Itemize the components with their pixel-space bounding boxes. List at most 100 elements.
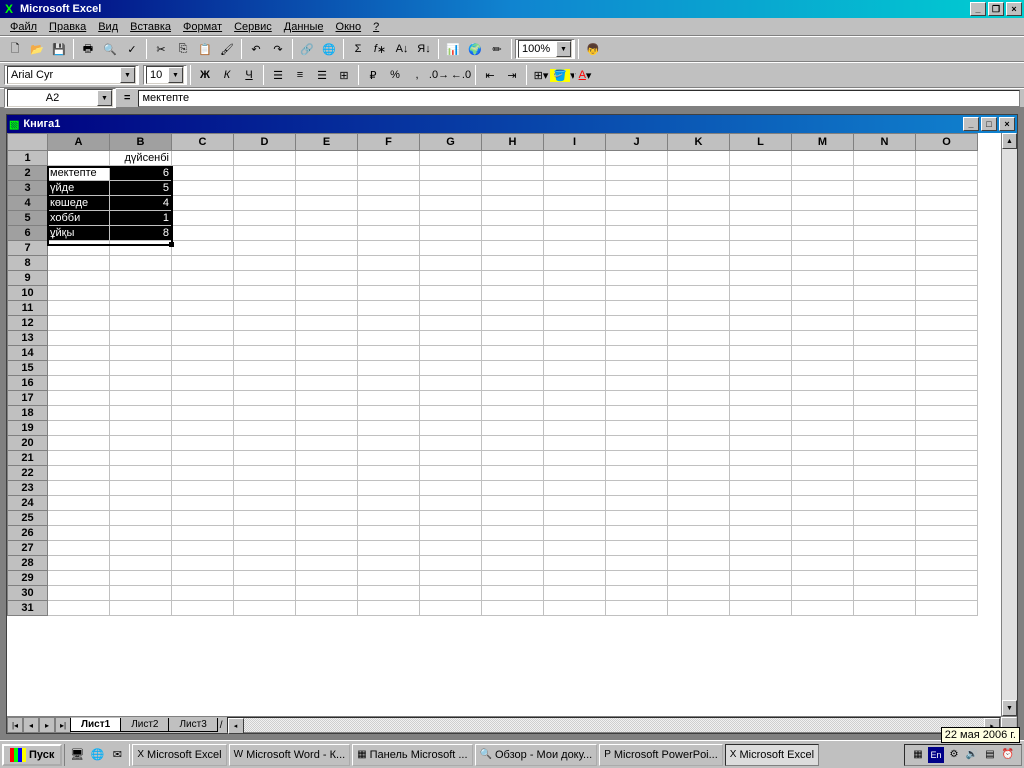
map-icon[interactable]: 🌍 <box>464 39 486 60</box>
cell[interactable] <box>48 391 110 406</box>
cell[interactable] <box>544 331 606 346</box>
cell[interactable] <box>482 541 544 556</box>
cell[interactable] <box>234 421 296 436</box>
cell[interactable] <box>172 406 234 421</box>
cell[interactable] <box>234 331 296 346</box>
cell[interactable] <box>916 511 978 526</box>
cell[interactable] <box>668 346 730 361</box>
cell[interactable] <box>916 286 978 301</box>
cell[interactable] <box>234 316 296 331</box>
menu-tools[interactable]: Сервис <box>228 20 278 34</box>
cell[interactable] <box>358 196 420 211</box>
name-box[interactable]: A2▼ <box>4 88 116 108</box>
cell[interactable] <box>854 151 916 166</box>
save-icon[interactable]: 💾 <box>48 39 70 60</box>
cell[interactable] <box>172 556 234 571</box>
cell[interactable] <box>296 166 358 181</box>
cell[interactable] <box>420 541 482 556</box>
cell[interactable] <box>48 481 110 496</box>
cell[interactable] <box>482 601 544 616</box>
align-right-icon[interactable]: ☰ <box>311 65 333 86</box>
cell[interactable] <box>358 511 420 526</box>
cell[interactable] <box>358 376 420 391</box>
cell[interactable] <box>172 511 234 526</box>
cell[interactable]: 4 <box>110 196 172 211</box>
cell[interactable] <box>482 391 544 406</box>
cell[interactable] <box>234 286 296 301</box>
ql-ie-icon[interactable]: 🌐 <box>88 746 106 764</box>
scroll-up-icon[interactable]: ▲ <box>1002 133 1017 149</box>
cell[interactable] <box>172 316 234 331</box>
cell[interactable] <box>172 211 234 226</box>
cell[interactable] <box>172 256 234 271</box>
cell[interactable] <box>234 301 296 316</box>
cell[interactable] <box>234 586 296 601</box>
cell[interactable] <box>792 391 854 406</box>
cell[interactable] <box>48 601 110 616</box>
cell[interactable] <box>854 496 916 511</box>
cut-icon[interactable]: ✂ <box>150 39 172 60</box>
cell[interactable] <box>544 196 606 211</box>
cell[interactable] <box>854 556 916 571</box>
cell[interactable] <box>544 541 606 556</box>
cell[interactable] <box>854 391 916 406</box>
cell[interactable] <box>482 406 544 421</box>
cell[interactable] <box>172 391 234 406</box>
cell[interactable] <box>172 526 234 541</box>
cell[interactable] <box>668 496 730 511</box>
cell[interactable] <box>482 331 544 346</box>
cell[interactable] <box>730 211 792 226</box>
column-header[interactable]: I <box>544 134 606 151</box>
tray-icon[interactable]: ⚙ <box>946 747 962 763</box>
cell[interactable] <box>668 166 730 181</box>
tab-nav-last-icon[interactable]: ▸| <box>55 717 71 733</box>
cell[interactable] <box>358 301 420 316</box>
tray-icon[interactable]: ▦ <box>910 747 926 763</box>
row-header[interactable]: 21 <box>8 451 48 466</box>
cell[interactable] <box>420 466 482 481</box>
cell[interactable] <box>606 481 668 496</box>
cell[interactable] <box>482 256 544 271</box>
cell[interactable] <box>296 301 358 316</box>
cell[interactable] <box>916 586 978 601</box>
undo-icon[interactable]: ↶ <box>245 39 267 60</box>
cell[interactable] <box>172 541 234 556</box>
cell[interactable] <box>792 421 854 436</box>
cell[interactable] <box>420 166 482 181</box>
cell[interactable] <box>792 286 854 301</box>
cell[interactable] <box>358 211 420 226</box>
cell[interactable] <box>420 271 482 286</box>
cell[interactable] <box>544 436 606 451</box>
cell[interactable] <box>606 166 668 181</box>
tray-icon[interactable]: ▤ <box>982 747 998 763</box>
cell[interactable] <box>668 466 730 481</box>
cell[interactable] <box>668 331 730 346</box>
cell[interactable] <box>234 151 296 166</box>
cell[interactable] <box>916 466 978 481</box>
cell[interactable] <box>48 556 110 571</box>
cell[interactable] <box>110 571 172 586</box>
cell[interactable] <box>916 271 978 286</box>
cell[interactable] <box>482 496 544 511</box>
cell[interactable] <box>110 421 172 436</box>
cell[interactable] <box>110 286 172 301</box>
cell[interactable] <box>296 241 358 256</box>
cell[interactable] <box>420 526 482 541</box>
cell[interactable] <box>358 451 420 466</box>
cell[interactable]: үйде <box>48 181 110 196</box>
cell[interactable] <box>916 436 978 451</box>
menu-insert[interactable]: Вставка <box>124 20 177 34</box>
cell[interactable] <box>234 436 296 451</box>
cell[interactable] <box>358 541 420 556</box>
cell[interactable]: 6 <box>110 166 172 181</box>
cell[interactable] <box>234 391 296 406</box>
cell[interactable] <box>296 526 358 541</box>
cell[interactable] <box>420 286 482 301</box>
cell[interactable] <box>544 376 606 391</box>
cell[interactable] <box>544 256 606 271</box>
cell[interactable] <box>916 241 978 256</box>
row-header[interactable]: 16 <box>8 376 48 391</box>
web-toolbar-icon[interactable]: 🌐 <box>318 39 340 60</box>
chevron-down-icon[interactable]: ▼ <box>97 90 112 106</box>
cell[interactable] <box>730 166 792 181</box>
